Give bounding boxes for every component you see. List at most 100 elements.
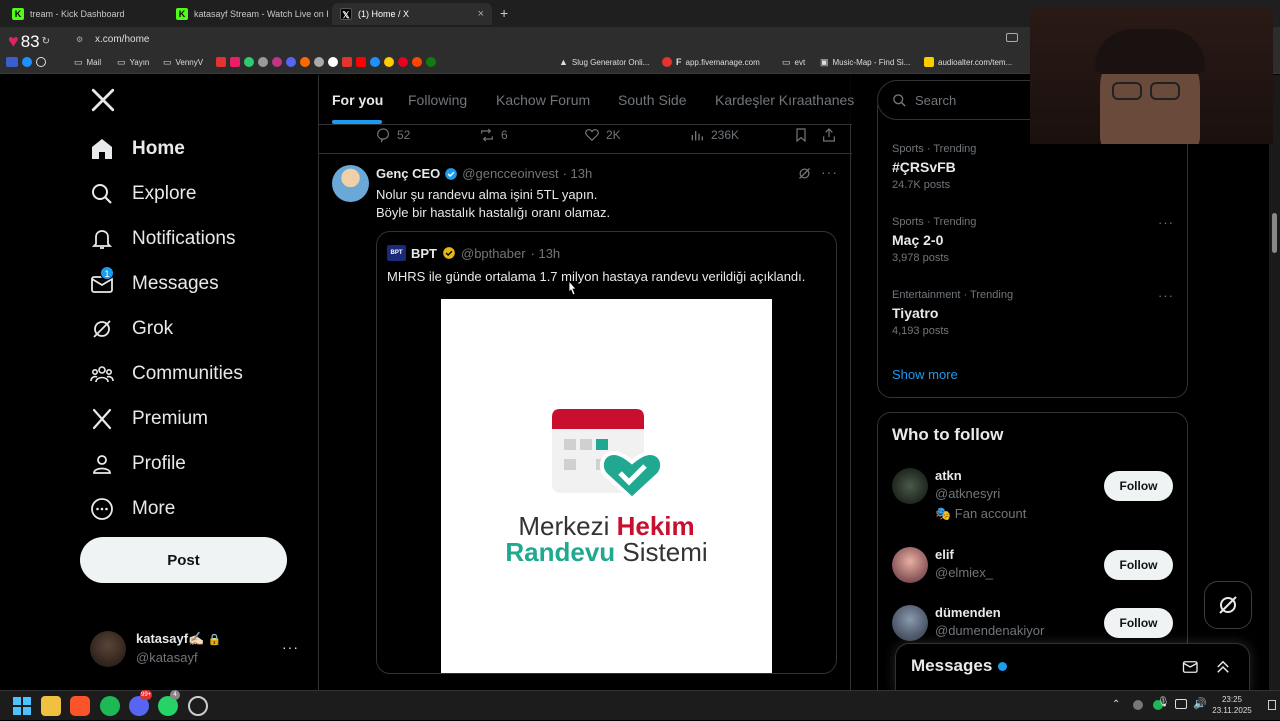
- trend-item[interactable]: Sports · Trending #ÇRSvFB 24.7K posts: [892, 143, 976, 191]
- expand-drawer-icon[interactable]: [1214, 658, 1232, 681]
- bookmark-button[interactable]: [793, 127, 809, 143]
- sidebar-item-profile[interactable]: Profile: [90, 452, 186, 476]
- x-logo-icon[interactable]: [90, 87, 116, 118]
- chevron-up-icon[interactable]: ⌃: [1112, 699, 1120, 710]
- notifications-icon[interactable]: [1268, 700, 1276, 710]
- site-info-icon[interactable]: ⚙: [76, 35, 83, 44]
- author-name[interactable]: Genç CEO: [376, 166, 440, 181]
- messages-drawer[interactable]: Messages: [895, 643, 1250, 690]
- sidebar-item-more[interactable]: More: [90, 497, 175, 521]
- sidebar-item-home[interactable]: Home: [90, 137, 185, 161]
- grok-analyze-icon[interactable]: [797, 166, 812, 186]
- quoted-tweet[interactable]: BPT BPT @bpthaber · 13h MHRS ile günde o…: [376, 231, 837, 674]
- image-title-line2: Randevu Sistemi: [505, 537, 708, 567]
- trend-item[interactable]: Sports · Trending Maç 2-0 3,978 posts: [892, 216, 976, 264]
- glasses-left: [1112, 82, 1142, 100]
- trend-item[interactable]: Entertainment · Trending Tiyatro 4,193 p…: [892, 289, 1013, 337]
- avatar[interactable]: [892, 605, 928, 641]
- follow-button[interactable]: Follow: [1104, 550, 1173, 580]
- grok-float-button[interactable]: [1204, 581, 1252, 629]
- tweet-more-icon[interactable]: ···: [821, 164, 838, 180]
- quote-author: BPT: [411, 245, 437, 261]
- network-icon[interactable]: [1175, 699, 1187, 709]
- reply-button[interactable]: 52: [375, 127, 410, 143]
- account-more-icon[interactable]: ···: [282, 639, 299, 655]
- author-handle[interactable]: @gencceoinvest: [462, 166, 558, 181]
- mic-icon[interactable]: 🎙: [1157, 697, 1170, 708]
- windows-start-icon[interactable]: [12, 696, 32, 716]
- close-tab-icon[interactable]: ×: [478, 8, 484, 20]
- sidebar-item-notifications[interactable]: Notifications: [90, 227, 236, 251]
- bookmark-fivemanage[interactable]: Fapp.fivemanage.com: [662, 57, 760, 67]
- tab-kachow-forum[interactable]: Kachow Forum: [496, 92, 590, 108]
- author-avatar[interactable]: [332, 165, 369, 202]
- repost-icon: [481, 128, 493, 142]
- tab-for-you[interactable]: For you: [332, 92, 383, 108]
- tab-kick-dashboard[interactable]: K tream - Kick Dashboard: [4, 3, 164, 25]
- scrollbar[interactable]: [1269, 75, 1280, 690]
- quote-image[interactable]: Merkezi Hekim Randevu Sistemi: [441, 299, 772, 673]
- scrollbar-thumb[interactable]: [1272, 213, 1277, 253]
- whatsapp-icon[interactable]: 4: [158, 690, 180, 716]
- follow-button[interactable]: Follow: [1104, 471, 1173, 501]
- bookmark-evt[interactable]: ▭ evt: [782, 57, 805, 68]
- follow-suggestion[interactable]: atkn @atknesyri 🎭 Fan account: [935, 468, 1026, 522]
- tab-kick-stream[interactable]: K katasayf Stream - Watch Live on Kick: [168, 3, 328, 25]
- avatar: [90, 631, 126, 667]
- sidebar-item-premium[interactable]: Premium: [90, 407, 208, 431]
- tab-following[interactable]: Following: [408, 92, 467, 108]
- sidebar-item-explore[interactable]: Explore: [90, 182, 196, 206]
- follow-button[interactable]: Follow: [1104, 608, 1173, 638]
- quote-avatar: BPT: [387, 245, 406, 261]
- trend-more-icon[interactable]: ···: [1158, 215, 1174, 230]
- sidebar-item-grok[interactable]: Grok: [90, 317, 173, 341]
- bookmark-yayin[interactable]: ▭ Yayın: [117, 57, 149, 68]
- quote-text: MHRS ile günde ortalama 1.7 milyon hasta…: [387, 269, 806, 284]
- clock[interactable]: 23:25 23.11.2025: [1212, 694, 1252, 716]
- trends-panel: Sports · Trending #ÇRSvFB 24.7K posts Sp…: [877, 105, 1188, 398]
- like-button[interactable]: 2K: [584, 127, 621, 143]
- volume-icon[interactable]: 🔊: [1193, 697, 1207, 710]
- bookmark-icons-group[interactable]: [6, 57, 46, 67]
- bookmark-audioalter[interactable]: audioalter.com/tem...: [924, 57, 1012, 67]
- x-icon: [92, 408, 112, 430]
- tab-kardesler-kiraathanes[interactable]: Kardeşler Kıraathanes: [715, 92, 854, 108]
- new-message-icon[interactable]: [1182, 658, 1200, 681]
- bookmark-mail[interactable]: ▭ Mail: [74, 57, 101, 68]
- new-tab-button[interactable]: +: [500, 5, 508, 21]
- repost-button[interactable]: 6: [479, 127, 508, 143]
- views-button[interactable]: 236K: [689, 127, 739, 143]
- follow-suggestion[interactable]: elif @elmiex_: [935, 547, 993, 580]
- tweet-time[interactable]: · 13h: [563, 166, 593, 181]
- cast-icon[interactable]: [1006, 33, 1018, 42]
- share-button[interactable]: [821, 127, 837, 143]
- sidebar-item-communities[interactable]: Communities: [90, 362, 243, 386]
- account-handle: @katasayf: [136, 650, 198, 665]
- reload-icon[interactable]: ↻: [42, 36, 50, 47]
- avatar[interactable]: [892, 468, 928, 504]
- app-icon[interactable]: [188, 696, 208, 716]
- post-button[interactable]: Post: [80, 537, 287, 583]
- lock-icon: 🔒: [207, 634, 222, 646]
- discord-icon[interactable]: 99+: [129, 690, 153, 716]
- messages-badge: 1: [100, 266, 114, 280]
- follow-suggestion[interactable]: dümenden @dumendenakiyor: [935, 605, 1044, 638]
- spotify-icon[interactable]: [100, 696, 120, 716]
- brave-browser-icon[interactable]: [70, 696, 90, 716]
- tray-icon[interactable]: [1133, 700, 1143, 710]
- account-switcher[interactable]: katasayf✍🏻 🔒 @katasayf ···: [90, 629, 300, 671]
- trend-more-icon[interactable]: ···: [1158, 288, 1174, 303]
- bookmark-slug-generator[interactable]: ▲ Slug Generator Onli...: [559, 57, 649, 67]
- tab-x-home[interactable]: 𝕏 (1) Home / X ×: [332, 3, 492, 25]
- bookmark-vennyv[interactable]: ▭ VennyV: [163, 57, 203, 68]
- tab-south-side[interactable]: South Side: [618, 92, 687, 108]
- file-explorer-icon[interactable]: [41, 696, 61, 716]
- show-more-link[interactable]: Show more: [892, 367, 958, 382]
- unread-dot: [998, 661, 1008, 671]
- url-field[interactable]: x.com/home: [95, 34, 149, 45]
- bookmark-music-map[interactable]: ▣ Music-Map - Find Si...: [820, 57, 910, 68]
- bookmark-icons-row[interactable]: [216, 57, 436, 67]
- avatar[interactable]: [892, 547, 928, 583]
- sidebar-item-messages[interactable]: 1 Messages: [90, 266, 219, 296]
- views-icon: [691, 131, 703, 141]
